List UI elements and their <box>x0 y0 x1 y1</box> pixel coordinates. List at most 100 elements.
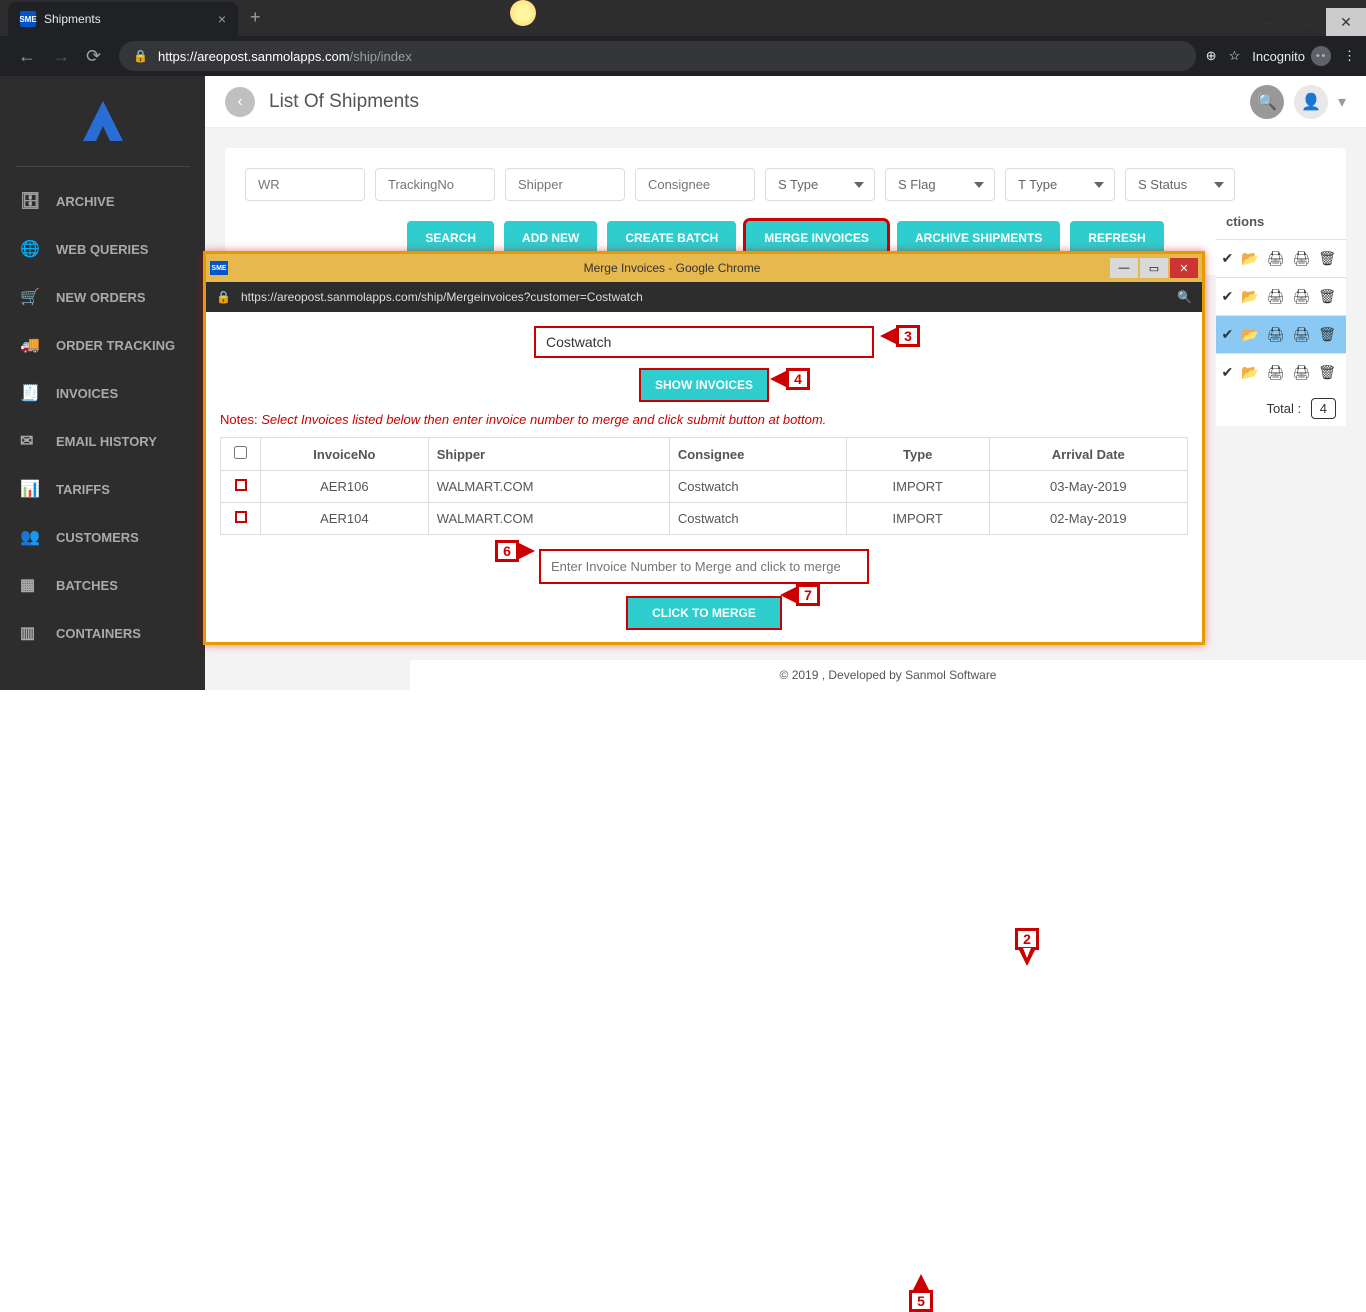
print2-icon[interactable]: 🖨 <box>1292 326 1310 343</box>
row-checkbox[interactable] <box>235 479 247 491</box>
row-checkbox[interactable] <box>235 511 247 523</box>
batches-icon: ▦ <box>20 575 42 595</box>
t-type-select[interactable]: T Type <box>1005 168 1115 201</box>
bookmark-star-icon[interactable]: ☆ <box>1229 48 1241 64</box>
trash-icon[interactable]: 🗑 <box>1318 326 1336 343</box>
sidebar: 🗄ARCHIVE 🌐WEB QUERIES 🛒NEW ORDERS 🚚ORDER… <box>0 76 205 690</box>
folder-icon[interactable]: 📂 <box>1241 250 1258 267</box>
check-icon[interactable]: ✔ <box>1221 364 1233 381</box>
consignee-input[interactable] <box>635 168 755 201</box>
table-header-row: InvoiceNo Shipper Consignee Type Arrival… <box>221 438 1188 471</box>
window-minimize-button[interactable]: — <box>1246 8 1286 36</box>
invoice-icon: 🧾 <box>20 383 42 403</box>
sidebar-item-label: ORDER TRACKING <box>56 338 175 353</box>
back-button[interactable]: ← <box>10 46 44 67</box>
select-all-checkbox[interactable] <box>234 446 247 459</box>
sidebar-item-web-queries[interactable]: 🌐WEB QUERIES <box>0 225 205 273</box>
trash-icon[interactable]: 🗑 <box>1318 250 1336 267</box>
window-maximize-button[interactable]: ▭ <box>1286 8 1326 36</box>
merge-invoices-button[interactable]: MERGE INVOICES <box>746 221 887 255</box>
reload-button[interactable]: ⟳ <box>78 46 109 67</box>
print2-icon[interactable]: 🖨 <box>1292 250 1310 267</box>
callout-1: 1 <box>812 855 1366 893</box>
s-type-select[interactable]: S Type <box>765 168 875 201</box>
action-row: ✔ 📂 🖨 🖨 🗑 <box>1216 239 1346 277</box>
sidebar-item-label: TARIFFS <box>56 482 110 497</box>
cell-arrival: 02-May-2019 <box>989 503 1187 535</box>
url-path: /ship/index <box>350 49 412 64</box>
print-icon[interactable]: 🖨 <box>1267 288 1285 305</box>
header-search-button[interactable]: 🔍 <box>1250 85 1284 119</box>
shipper-input[interactable] <box>505 168 625 201</box>
print-icon[interactable]: 🖨 <box>1267 326 1285 343</box>
total-box: Total : 4 <box>1216 391 1346 426</box>
sidebar-item-new-orders[interactable]: 🛒NEW ORDERS <box>0 273 205 321</box>
page-back-button[interactable]: ‹ <box>225 87 255 117</box>
callout-number: 5 <box>909 1290 933 1312</box>
search-in-page-icon[interactable]: ⊕ <box>1206 48 1217 64</box>
sidebar-item-tariffs[interactable]: 📊TARIFFS <box>0 465 205 513</box>
check-icon[interactable]: ✔ <box>1221 288 1233 305</box>
sidebar-item-containers[interactable]: ▥CONTAINERS <box>0 609 205 657</box>
popup-close-button[interactable]: ✕ <box>1170 258 1198 278</box>
sidebar-item-order-tracking[interactable]: 🚚ORDER TRACKING <box>0 321 205 369</box>
user-avatar[interactable]: 👤 <box>1294 85 1328 119</box>
address-bar: ← → ⟳ 🔒 https://areopost.sanmolapps.com/… <box>0 36 1366 76</box>
print-icon[interactable]: 🖨 <box>1267 364 1285 381</box>
s-status-select[interactable]: S Status <box>1125 168 1235 201</box>
sidebar-item-invoices[interactable]: 🧾INVOICES <box>0 369 205 417</box>
print2-icon[interactable]: 🖨 <box>1292 288 1310 305</box>
add-new-button[interactable]: ADD NEW <box>504 221 597 255</box>
url-input[interactable]: 🔒 https://areopost.sanmolapps.com/ship/i… <box>119 41 1196 71</box>
popup-address-bar[interactable]: 🔒 https://areopost.sanmolapps.com/ship/M… <box>206 282 1202 312</box>
print2-icon[interactable]: 🖨 <box>1292 364 1310 381</box>
sidebar-divider <box>15 166 190 167</box>
customer-input[interactable] <box>534 326 874 358</box>
browser-tab[interactable]: SME Shipments × <box>8 2 238 36</box>
col-invoice: InvoiceNo <box>261 438 429 471</box>
sidebar-item-archive[interactable]: 🗄ARCHIVE <box>0 177 205 225</box>
check-icon[interactable]: ✔ <box>1221 326 1233 343</box>
create-batch-button[interactable]: CREATE BATCH <box>607 221 736 255</box>
invoices-table: InvoiceNo Shipper Consignee Type Arrival… <box>220 437 1188 535</box>
trash-icon[interactable]: 🗑 <box>1318 364 1336 381</box>
cell-type: IMPORT <box>846 471 989 503</box>
merge-invoice-number-input[interactable] <box>539 549 869 584</box>
wr-input[interactable] <box>245 168 365 201</box>
check-icon[interactable]: ✔ <box>1221 250 1233 267</box>
click-to-merge-button[interactable]: CLICK TO MERGE <box>626 596 782 630</box>
callout-number: 2 <box>1015 928 1039 950</box>
show-invoices-button[interactable]: SHOW INVOICES <box>639 368 769 402</box>
globe-icon: 🌐 <box>20 239 42 259</box>
action-row: ✔ 📂 🖨 🖨 🗑 <box>1216 353 1346 391</box>
popup-maximize-button[interactable]: ▭ <box>1140 258 1168 278</box>
search-button[interactable]: SEARCH <box>407 221 494 255</box>
browser-menu-icon[interactable]: ⋮ <box>1343 48 1356 64</box>
folder-icon[interactable]: 📂 <box>1241 288 1258 305</box>
archive-shipments-button[interactable]: ARCHIVE SHIPMENTS <box>897 221 1060 255</box>
cell-shipper: WALMART.COM <box>428 471 669 503</box>
col-shipper: Shipper <box>428 438 669 471</box>
user-menu-chevron-icon[interactable]: ▾ <box>1338 92 1346 112</box>
sidebar-item-email-history[interactable]: ✉EMAIL HISTORY <box>0 417 205 465</box>
cell-invoice: AER104 <box>261 503 429 535</box>
popup-titlebar[interactable]: SME Merge Invoices - Google Chrome — ▭ ✕ <box>206 254 1202 282</box>
close-tab-icon[interactable]: × <box>218 11 226 27</box>
s-flag-select[interactable]: S Flag <box>885 168 995 201</box>
folder-icon[interactable]: 📂 <box>1241 364 1258 381</box>
trash-icon[interactable]: 🗑 <box>1318 288 1336 305</box>
popup-body: SHOW INVOICES Notes: Select Invoices lis… <box>206 312 1202 644</box>
folder-icon[interactable]: 📂 <box>1241 326 1258 343</box>
sidebar-item-customers[interactable]: 👥CUSTOMERS <box>0 513 205 561</box>
forward-button[interactable]: → <box>44 46 78 67</box>
new-tab-button[interactable]: + <box>250 7 261 28</box>
url-host: https://areopost.sanmolapps.com <box>158 49 350 64</box>
search-icon[interactable]: 🔍 <box>1177 290 1192 304</box>
popup-minimize-button[interactable]: — <box>1110 258 1138 278</box>
trackingno-input[interactable] <box>375 168 495 201</box>
archive-icon: 🗄 <box>20 191 42 211</box>
window-close-button[interactable]: ✕ <box>1326 8 1366 36</box>
print-icon[interactable]: 🖨 <box>1267 250 1285 267</box>
sidebar-item-batches[interactable]: ▦BATCHES <box>0 561 205 609</box>
refresh-button[interactable]: REFRESH <box>1070 221 1163 255</box>
